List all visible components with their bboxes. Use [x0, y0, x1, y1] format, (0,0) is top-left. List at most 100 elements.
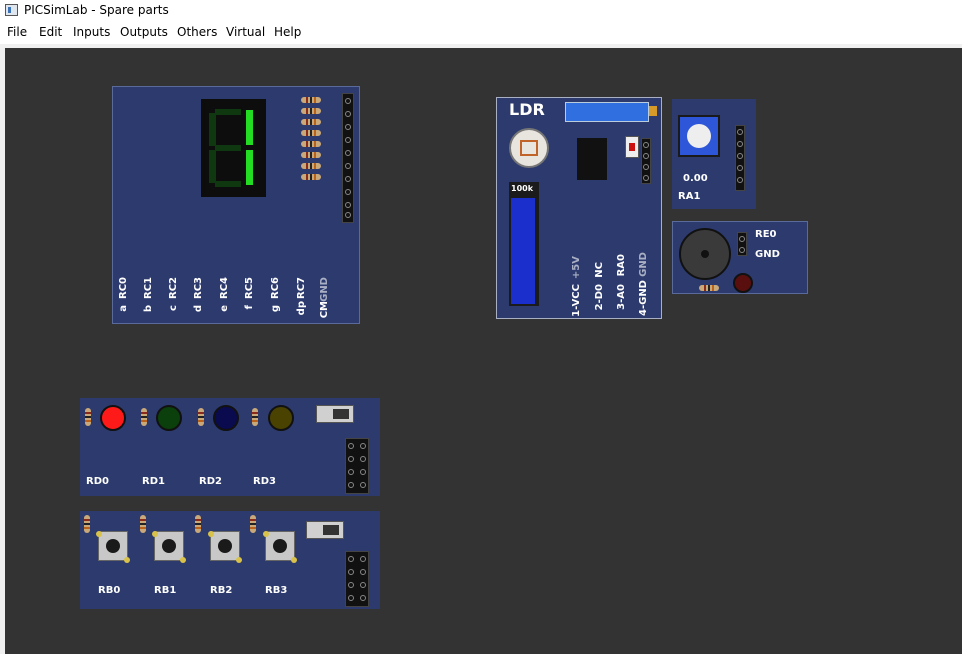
button-label: RB0	[98, 585, 121, 596]
led-icon	[733, 273, 753, 293]
solder-pad	[152, 531, 158, 537]
menu-edit[interactable]: Edit	[39, 25, 62, 39]
resistor	[198, 408, 204, 426]
buzzer-icon	[679, 228, 731, 280]
potentiometer-label: RA1	[678, 191, 701, 202]
menu-bar: File Edit Inputs Outputs Others Virtual …	[0, 22, 962, 44]
push-button-rb3[interactable]	[265, 531, 295, 561]
buzzer-pin-label: RE0	[755, 229, 777, 240]
trimmer-potentiometer[interactable]	[565, 102, 649, 122]
led-rd2	[213, 405, 239, 431]
solder-pad	[236, 557, 242, 563]
menu-virtual[interactable]: Virtual	[226, 25, 265, 39]
seven-segment-board[interactable]: RC0 RC1 RC2 RC3 RC4 RC5 RC6 RC7 GND a b …	[112, 86, 360, 324]
segment-f	[209, 113, 216, 146]
ldr-sensor-icon	[509, 128, 549, 168]
segment-label: e	[219, 305, 230, 312]
segment-label: g	[270, 305, 281, 313]
pin-header[interactable]	[641, 138, 651, 184]
resistor	[301, 97, 321, 103]
resistor	[301, 130, 321, 136]
window-title: PICSimLab - Spare parts	[24, 3, 169, 17]
pin-label: 3-A0	[616, 284, 627, 310]
led-rd1	[156, 405, 182, 431]
pin-header[interactable]	[735, 125, 745, 191]
menu-help[interactable]: Help	[274, 25, 301, 39]
segment-label: c	[168, 305, 179, 311]
push-button-rb0[interactable]	[98, 531, 128, 561]
buzzer-board[interactable]: RE0 GND	[672, 221, 808, 294]
menu-inputs[interactable]: Inputs	[73, 25, 110, 39]
potentiometer-value: 0.00	[683, 173, 708, 184]
led-label: RD1	[142, 476, 165, 487]
pin-header[interactable]	[345, 438, 369, 494]
segment-a	[215, 109, 241, 115]
resistor	[301, 163, 321, 169]
pin-label: RC4	[219, 277, 230, 299]
resistor	[140, 515, 146, 533]
ldr-board[interactable]: LDR 100k +5V NC RA0 GND 1-VCC 2-D0 3-A0 …	[496, 97, 662, 319]
workspace: RC0 RC1 RC2 RC3 RC4 RC5 RC6 RC7 GND a b …	[0, 44, 962, 654]
potentiometer-knob[interactable]	[678, 115, 720, 157]
solder-pad	[291, 557, 297, 563]
ldr-title: LDR	[509, 100, 545, 119]
resistor	[301, 152, 321, 158]
slider-track[interactable]	[511, 198, 535, 304]
resistor	[85, 408, 91, 426]
pin-header[interactable]	[345, 551, 369, 607]
resistor	[301, 119, 321, 125]
resistor	[195, 515, 201, 533]
led-rd3	[268, 405, 294, 431]
push-button-rb1[interactable]	[154, 531, 184, 561]
solder-pad	[96, 531, 102, 537]
pin-label: 4-GND	[638, 280, 649, 316]
potentiometer-board[interactable]: 0.00 RA1	[672, 99, 756, 209]
parts-canvas[interactable]: RC0 RC1 RC2 RC3 RC4 RC5 RC6 RC7 GND a b …	[5, 48, 962, 654]
leds-board[interactable]: RD0 RD1 RD2 RD3	[80, 398, 380, 496]
pin-signal: RA0	[616, 254, 627, 277]
solder-pad	[124, 557, 130, 563]
dip-switch[interactable]	[306, 521, 344, 539]
solder-pad	[208, 531, 214, 537]
trimmer-knob	[649, 106, 657, 116]
pin-label: RC3	[193, 277, 204, 299]
solder-pad	[180, 557, 186, 563]
pin-label: RC2	[168, 277, 179, 299]
resistor	[141, 408, 147, 426]
pot-value-label: 100k	[511, 184, 534, 193]
buttons-board[interactable]: RB0 RB1 RB2 RB3	[80, 511, 380, 609]
segment-label: f	[244, 305, 255, 310]
resistor	[301, 174, 321, 180]
segment-label: dp	[296, 301, 307, 316]
menu-outputs[interactable]: Outputs	[120, 25, 168, 39]
menu-others[interactable]: Others	[177, 25, 217, 39]
segment-d	[215, 181, 241, 187]
led-label: RD3	[253, 476, 276, 487]
pin-header[interactable]	[737, 232, 747, 256]
dip-switch[interactable]	[316, 405, 354, 423]
menu-file[interactable]: File	[7, 25, 27, 39]
pin-label: GND	[319, 277, 330, 302]
button-label: RB3	[265, 585, 288, 596]
title-bar: PICSimLab - Spare parts	[0, 0, 962, 22]
resistor	[84, 515, 90, 533]
segment-label: CM	[319, 301, 330, 319]
buzzer-pin-label: GND	[755, 249, 780, 260]
button-label: RB1	[154, 585, 177, 596]
resistor	[301, 141, 321, 147]
solder-pad	[263, 531, 269, 537]
led-label: RD0	[86, 476, 109, 487]
push-button-rb2[interactable]	[210, 531, 240, 561]
led-rd0	[100, 405, 126, 431]
pin-label: 1-VCC	[571, 284, 582, 317]
segment-g	[215, 145, 241, 151]
pin-label: RC6	[270, 277, 281, 299]
app-icon	[5, 4, 18, 16]
pin-header[interactable]	[342, 93, 354, 223]
slide-potentiometer[interactable]: 100k	[509, 182, 539, 306]
pin-label: RC1	[143, 277, 154, 299]
resistor	[250, 515, 256, 533]
pin-signal: NC	[594, 262, 605, 278]
seven-segment-display	[201, 99, 266, 197]
segment-label: a	[118, 305, 129, 312]
